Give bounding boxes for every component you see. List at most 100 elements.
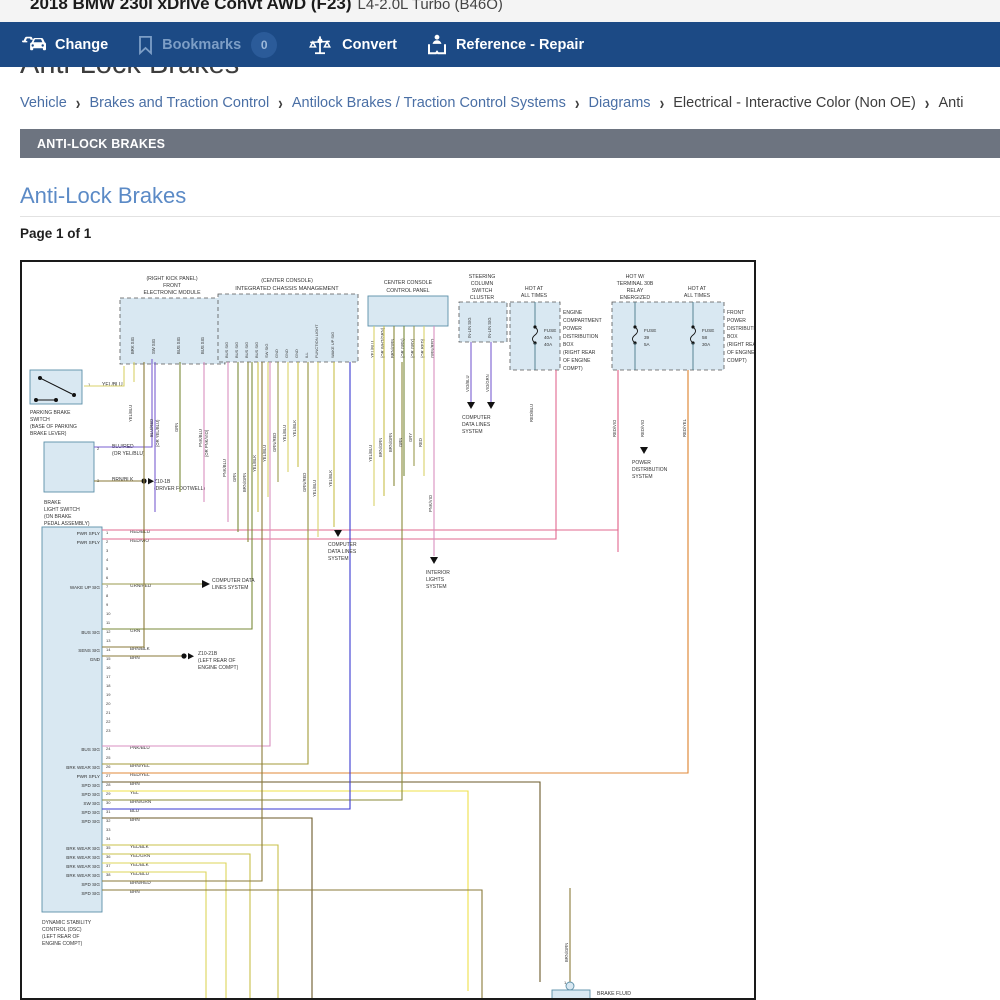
svg-text:BUS SIG: BUS SIG — [234, 342, 239, 358]
svg-text:POWER: POWER — [727, 318, 746, 324]
svg-text:PWR SPLY: PWR SPLY — [77, 531, 100, 536]
svg-text:15: 15 — [106, 656, 111, 661]
toolbar-convert-button[interactable]: Convert — [307, 35, 397, 55]
svg-text:30A: 30A — [702, 342, 711, 347]
svg-text:POWER: POWER — [632, 460, 651, 466]
svg-text:BRN/GRN: BRN/GRN — [564, 943, 569, 962]
svg-text:COMPT): COMPT) — [727, 358, 747, 364]
svg-text:GRN: GRN — [232, 473, 237, 482]
breadcrumb-item-brakes-and-traction-control[interactable]: Brakes and Traction Control — [89, 95, 269, 111]
breadcrumb: Vehicle › Brakes and Traction Control › … — [20, 91, 1000, 115]
svg-text:IN-LIN SIG: IN-LIN SIG — [467, 318, 472, 338]
svg-text:30: 30 — [106, 800, 111, 805]
svg-text:ALL TIMES: ALL TIMES — [684, 293, 711, 299]
svg-text:FUSE: FUSE — [702, 328, 714, 333]
svg-text:SYSTEM: SYSTEM — [462, 429, 483, 435]
svg-text:CENTER CONSOLE: CENTER CONSOLE — [384, 280, 433, 286]
svg-text:SPD SIG: SPD SIG — [81, 810, 100, 815]
svg-text:DATA LINES: DATA LINES — [328, 549, 357, 555]
svg-text:SENS SIG: SENS SIG — [78, 648, 100, 653]
svg-text:29: 29 — [106, 791, 111, 796]
svg-text:IN-LIN SIG: IN-LIN SIG — [487, 318, 492, 338]
svg-text:28: 28 — [106, 782, 111, 787]
toolbar-bookmarks-label: Bookmarks — [162, 37, 241, 53]
svg-text:BRK WEAR SIG: BRK WEAR SIG — [66, 846, 100, 851]
bookmarks-count-badge: 0 — [251, 32, 277, 58]
breadcrumb-separator: › — [278, 92, 283, 114]
svg-text:ENGINE COMPT): ENGINE COMPT) — [42, 941, 83, 947]
svg-text:CONTROL (DSC): CONTROL (DSC) — [42, 927, 82, 933]
breadcrumb-separator: › — [925, 92, 930, 114]
svg-text:38: 38 — [106, 872, 111, 877]
svg-text:ALL TIMES: ALL TIMES — [521, 293, 548, 299]
svg-text:40A: 40A — [544, 342, 553, 347]
svg-text:27: 27 — [106, 773, 111, 778]
svg-text:SPD SIG: SPD SIG — [81, 882, 100, 887]
svg-text:BRK WEAR SIG: BRK WEAR SIG — [66, 864, 100, 869]
svg-text:16: 16 — [106, 665, 111, 670]
svg-text:HOT AT: HOT AT — [525, 286, 544, 292]
wiring-diagram[interactable]: (RIGHT KICK PANEL) FRONT ELECTRONIC MODU… — [20, 260, 756, 1000]
svg-text:(ON BRAKE: (ON BRAKE — [44, 514, 72, 520]
svg-text:YEL/BLK: YEL/BLK — [292, 420, 297, 437]
svg-text:RELAY: RELAY — [627, 288, 644, 294]
svg-text:SWITCH: SWITCH — [472, 288, 493, 294]
svg-text:BUS SIG: BUS SIG — [224, 342, 229, 358]
svg-text:(OR YEL/BLU): (OR YEL/BLU) — [155, 419, 160, 447]
svg-text:5A: 5A — [644, 342, 651, 347]
svg-text:Z10-1B: Z10-1B — [154, 479, 171, 485]
section-header-label: ANTI-LOCK BRAKES — [37, 137, 165, 151]
svg-text:INTERIOR: INTERIOR — [426, 570, 450, 576]
breadcrumb-item-anti[interactable]: Anti — [938, 95, 963, 111]
breadcrumb-separator: › — [575, 92, 580, 114]
svg-text:GRN: GRN — [174, 423, 179, 432]
breadcrumb-item-diagrams[interactable]: Diagrams — [589, 95, 651, 111]
svg-text:BRN/GRN: BRN/GRN — [242, 473, 247, 492]
svg-text:(CENTER CONSOLE): (CENTER CONSOLE) — [261, 278, 313, 284]
svg-text:ENERGIZED: ENERGIZED — [620, 295, 651, 301]
svg-text:14: 14 — [106, 647, 111, 652]
svg-text:PNK/BLU: PNK/BLU — [222, 459, 227, 477]
svg-text:26: 26 — [106, 764, 111, 769]
svg-text:23: 23 — [106, 728, 111, 733]
svg-text:(RIGHT KICK PANEL): (RIGHT KICK PANEL) — [146, 276, 197, 282]
breadcrumb-item-electrical-interactive-color[interactable]: Electrical - Interactive Color (Non OE) — [673, 95, 916, 111]
svg-text:17: 17 — [106, 674, 111, 679]
svg-text:INTEGRATED CHASSIS MANAGEMENT: INTEGRATED CHASSIS MANAGEMENT — [235, 286, 339, 292]
breadcrumb-item-antilock-brakes-traction-control-systems[interactable]: Antilock Brakes / Traction Control Syste… — [292, 95, 566, 111]
breadcrumb-item-vehicle[interactable]: Vehicle — [20, 95, 67, 111]
svg-text:GND: GND — [294, 349, 299, 358]
svg-text:YEL/BLU: YEL/BLU — [312, 480, 317, 497]
svg-text:RED/YEL: RED/YEL — [682, 418, 687, 437]
svg-text:ILL: ILL — [304, 352, 309, 358]
toolbar-bookmarks-button[interactable]: Bookmarks 0 — [138, 32, 277, 58]
svg-text:(OR YEL/BLU): (OR YEL/BLU) — [112, 451, 145, 457]
toolbar-reference-repair-button[interactable]: Reference - Repair — [427, 34, 584, 56]
car-change-icon — [22, 35, 46, 55]
svg-text:(LEFT REAR OF: (LEFT REAR OF — [198, 658, 235, 664]
svg-text:BUS SIG: BUS SIG — [81, 630, 100, 635]
svg-text:COMPARTMENT: COMPARTMENT — [563, 318, 602, 324]
svg-text:(RIGHT REAR: (RIGHT REAR — [563, 350, 596, 356]
svg-text:WAKE UP SIG: WAKE UP SIG — [330, 332, 335, 358]
svg-text:STEERING: STEERING — [469, 274, 496, 280]
svg-text:BRK WEAR SIG: BRK WEAR SIG — [66, 765, 100, 770]
svg-text:VIO/GRN: VIO/GRN — [485, 374, 490, 392]
svg-text:BRAKE FLUID: BRAKE FLUID — [597, 991, 631, 997]
svg-text:DISTRIBUTION: DISTRIBUTION — [727, 326, 754, 332]
toolbar-change-button[interactable]: Change — [22, 35, 108, 55]
svg-text:RED/BLU: RED/BLU — [529, 404, 534, 422]
book-person-icon — [427, 34, 447, 56]
svg-text:24: 24 — [106, 746, 111, 751]
svg-text:BLU/RED: BLU/RED — [149, 419, 154, 437]
svg-text:BRN/GRN: BRN/GRN — [388, 433, 393, 452]
svg-text:COMPUTER DATA: COMPUTER DATA — [212, 578, 255, 584]
svg-text:SYSTEM: SYSTEM — [426, 584, 447, 590]
svg-text:SWITCH: SWITCH — [30, 417, 50, 423]
svg-text:22: 22 — [106, 719, 111, 724]
svg-text:GND: GND — [284, 349, 289, 358]
svg-text:GRY: GRY — [408, 433, 413, 442]
svg-text:GND: GND — [274, 349, 279, 358]
svg-text:DATA LINES: DATA LINES — [462, 422, 491, 428]
document-title: Anti-Lock Brakes — [20, 183, 186, 209]
